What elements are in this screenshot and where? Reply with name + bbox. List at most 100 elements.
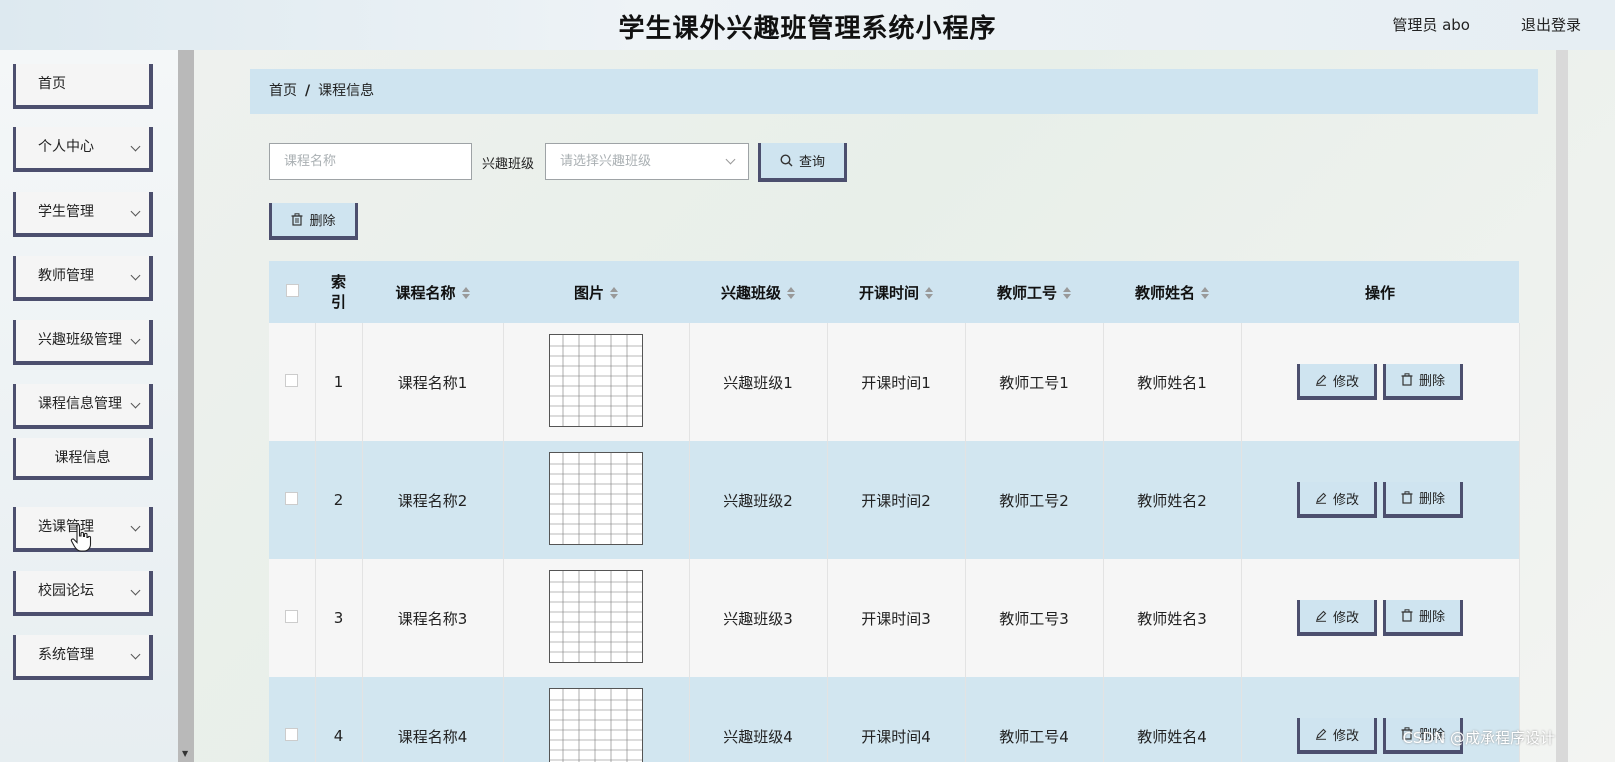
sidebar-item-personal-center[interactable]: 个人中心: [13, 127, 153, 172]
sort-icon[interactable]: [1063, 287, 1071, 299]
breadcrumb-separator: /: [305, 83, 311, 99]
sidebar-item-student-management[interactable]: 学生管理: [13, 192, 153, 237]
chevron-down-icon: [130, 141, 141, 152]
sidebar-item-label: 首页: [38, 76, 66, 92]
edit-label: 修改: [1332, 728, 1359, 744]
sidebar-subitem-course-info[interactable]: 课程信息: [13, 438, 153, 480]
edit-button[interactable]: 修改: [1297, 718, 1377, 755]
table-row[interactable]: 4 课程名称4 兴趣班级4 开课时间4 教师工号4 教师姓名4 修改 删除: [269, 677, 1520, 762]
sidebar-item-class-management[interactable]: 兴趣班级管理: [13, 320, 153, 365]
sidebar-scrollbar[interactable]: [178, 50, 194, 762]
sidebar-item-label: 兴趣班级管理: [38, 332, 122, 348]
cell-actions: 修改 删除: [1241, 677, 1520, 762]
query-button[interactable]: 查询: [758, 143, 847, 182]
sort-icon[interactable]: [1201, 287, 1209, 299]
sidebar-item-course-info-management[interactable]: 课程信息管理: [13, 384, 153, 429]
edit-icon: [1315, 492, 1327, 505]
sidebar-item-label: 个人中心: [38, 139, 94, 155]
row-select-cell[interactable]: [269, 677, 316, 762]
sort-icon[interactable]: [787, 287, 795, 299]
edit-icon: [1315, 610, 1327, 623]
trash-icon: [1401, 609, 1413, 622]
header-label: 课程名称: [395, 283, 456, 302]
trash-icon: [1401, 373, 1413, 386]
row-select-cell[interactable]: [269, 441, 316, 559]
select-all-checkbox[interactable]: [285, 284, 299, 297]
cell-teacher-name: 教师姓名1: [1103, 323, 1242, 441]
row-delete-button[interactable]: 删除: [1383, 599, 1463, 636]
class-filter-label: 兴趣班级: [482, 157, 535, 172]
trash-icon: [291, 213, 303, 226]
edit-button[interactable]: 修改: [1297, 600, 1377, 637]
sort-icon[interactable]: [461, 287, 470, 299]
header-teacher-name[interactable]: 教师姓名: [1103, 261, 1241, 323]
sort-icon[interactable]: [610, 287, 618, 299]
chevron-down-icon: [130, 270, 141, 281]
edit-button[interactable]: 修改: [1297, 482, 1377, 519]
cell-class: 兴趣班级1: [689, 323, 828, 441]
breadcrumb-home[interactable]: 首页: [269, 83, 297, 99]
class-select[interactable]: 请选择兴趣班级: [545, 143, 749, 180]
cell-teacher-id: 教师工号4: [965, 677, 1104, 762]
cell-actions: 修改 删除: [1241, 441, 1520, 559]
breadcrumb: 首页 / 课程信息: [250, 69, 1538, 114]
delete-label: 删除: [1418, 374, 1445, 390]
query-button-label: 查询: [798, 155, 825, 170]
header-course-name[interactable]: 课程名称: [362, 261, 503, 323]
header-label: 图片: [573, 283, 604, 302]
cell-actions: 修改 删除: [1241, 323, 1520, 441]
cell-course-name: 课程名称2: [362, 441, 504, 559]
header-image[interactable]: 图片: [503, 261, 689, 323]
row-delete-button[interactable]: 删除: [1383, 363, 1463, 400]
cell-index: 1: [315, 323, 363, 441]
chevron-down-icon: [130, 206, 141, 217]
row-checkbox[interactable]: [285, 492, 299, 505]
header-teacher-id[interactable]: 教师工号: [965, 261, 1103, 323]
row-checkbox[interactable]: [285, 610, 299, 623]
row-select-cell[interactable]: [269, 559, 316, 677]
course-name-search-input[interactable]: 课程名称: [269, 143, 472, 180]
cell-image: [503, 559, 690, 677]
cell-teacher-id: 教师工号3: [965, 559, 1104, 677]
header-label: 开课时间: [858, 283, 919, 302]
bulk-delete-button[interactable]: 删除: [269, 203, 358, 240]
cell-class: 兴趣班级3: [689, 559, 828, 677]
header-class[interactable]: 兴趣班级: [689, 261, 827, 323]
cell-teacher-name: 教师姓名4: [1103, 677, 1242, 762]
sidebar-item-campus-forum[interactable]: 校园论坛: [13, 571, 153, 616]
row-select-cell[interactable]: [269, 323, 316, 441]
header-select-all[interactable]: [269, 261, 315, 323]
cell-image: [503, 441, 690, 559]
row-checkbox[interactable]: [285, 728, 299, 741]
chevron-down-icon: [725, 154, 736, 165]
logout-link[interactable]: 退出登录: [1521, 14, 1581, 35]
table-row[interactable]: 1 课程名称1 兴趣班级1 开课时间1 教师工号1 教师姓名1 修改 删除: [269, 323, 1520, 441]
scroll-down-arrow-icon[interactable]: ▼: [182, 749, 188, 758]
table-row[interactable]: 2 课程名称2 兴趣班级2 开课时间2 教师工号2 教师姓名2 修改 删除: [269, 441, 1520, 559]
header-label: 操作: [1364, 283, 1395, 302]
edit-label: 修改: [1332, 374, 1359, 390]
chevron-down-icon: [130, 334, 141, 345]
sidebar-item-teacher-management[interactable]: 教师管理: [13, 256, 153, 301]
sort-icon[interactable]: [925, 287, 933, 299]
header-start-time[interactable]: 开课时间: [827, 261, 965, 323]
sidebar-item-system-management[interactable]: 系统管理: [13, 635, 153, 680]
cell-index: 2: [315, 441, 363, 559]
edit-label: 修改: [1332, 492, 1359, 508]
chevron-down-icon: [130, 521, 141, 532]
sidebar-item-home[interactable]: 首页: [13, 64, 153, 109]
cell-teacher-name: 教师姓名3: [1103, 559, 1242, 677]
edit-button[interactable]: 修改: [1297, 364, 1377, 401]
sidebar-item-label: 学生管理: [38, 204, 94, 220]
watermark: CSDN @成承程序设计: [1402, 729, 1555, 747]
row-delete-button[interactable]: 删除: [1383, 481, 1463, 518]
trash-icon: [1401, 491, 1413, 504]
page-scrollbar[interactable]: [1556, 50, 1568, 762]
course-image: [549, 333, 643, 427]
row-checkbox[interactable]: [285, 374, 299, 387]
cell-class: 兴趣班级2: [689, 441, 828, 559]
table-row[interactable]: 3 课程名称3 兴趣班级3 开课时间3 教师工号3 教师姓名3 修改 删除: [269, 559, 1520, 677]
cell-start-time: 开课时间1: [827, 323, 966, 441]
top-bar: 学生课外兴趣班管理系统小程序 管理员 abo 退出登录: [0, 0, 1615, 50]
cell-index: 3: [315, 559, 363, 677]
